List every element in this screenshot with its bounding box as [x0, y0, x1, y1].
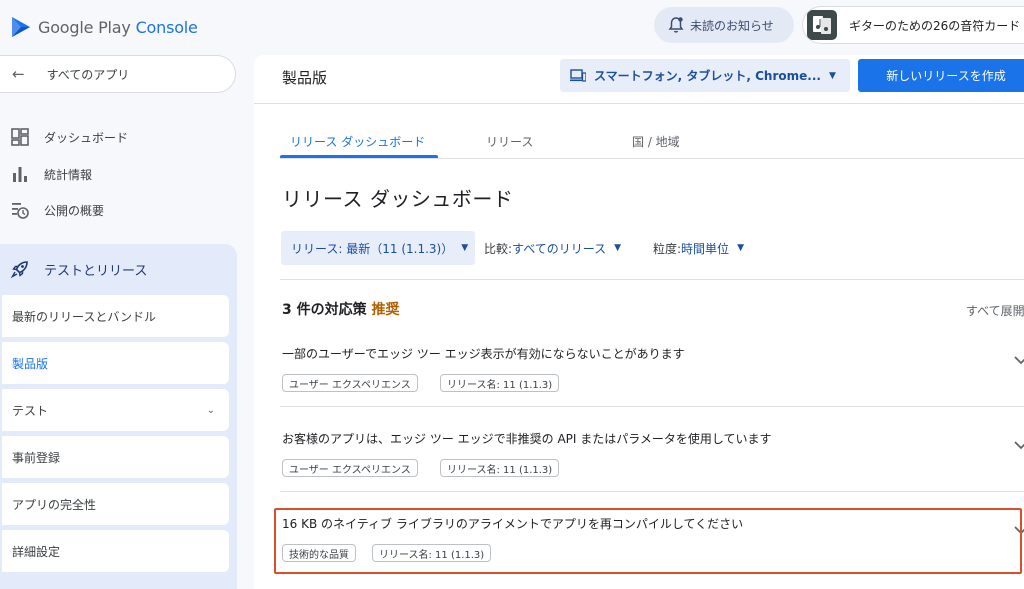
- bar-chart-icon: [13, 167, 27, 182]
- sidebar-item-label: 詳細設定: [12, 544, 61, 559]
- notifications-button[interactable]: 未読のお知らせ: [654, 7, 794, 43]
- sidebar-item-app-integrity[interactable]: アプリの完全性: [2, 483, 229, 525]
- sidebar-item-label: 事前登録: [12, 450, 61, 465]
- release-filter-label: リリース: 最新（11 (1.1.3)）: [291, 241, 454, 256]
- sidebar-item-label: テスト: [12, 403, 49, 418]
- issue-tag: リリース名: 11 (1.1.3): [372, 544, 492, 562]
- actions-title: 3 件の対応策 推奨: [282, 299, 400, 319]
- caret-down-icon: ▼: [614, 243, 622, 253]
- issue-item-highlighted[interactable]: 16 KB のネイティブ ライブラリのアライメントでアプリを再コンパイルしてくだ…: [280, 507, 1024, 573]
- sidebar-item-testing[interactable]: テスト ⌄: [2, 389, 229, 431]
- expand-all-link[interactable]: すべて展開: [966, 302, 1024, 319]
- dashboard-heading: リリース ダッシュボード: [282, 187, 514, 211]
- granularity-filter-prefix: 粒度:: [653, 241, 682, 256]
- page-title: 製品版: [282, 69, 328, 87]
- compare-filter-value: すべてのリリース: [512, 241, 607, 256]
- compare-filter[interactable]: 比較: すべてのリリース ▼: [484, 231, 621, 265]
- caret-down-icon: ▼: [461, 243, 469, 253]
- bell-alert-icon: [668, 17, 684, 33]
- issue-tag: ユーザー エクスペリエンス: [282, 374, 418, 392]
- actions-count: 3 件の対応策: [282, 302, 367, 318]
- sidebar-item-latest-releases[interactable]: 最新のリリースとバンドル: [2, 295, 229, 337]
- sidebar-item-label: 最新のリリースとバンドル: [12, 309, 157, 324]
- sidebar-item-production[interactable]: 製品版: [2, 342, 229, 384]
- sidebar-item-pre-registration[interactable]: 事前登録: [2, 436, 229, 478]
- issue-tag: リリース名: 11 (1.1.3): [440, 459, 560, 477]
- issue-tag: リリース名: 11 (1.1.3): [440, 374, 560, 392]
- caret-down-icon: ▼: [737, 243, 744, 253]
- issue-item[interactable]: 一部のユーザーでエッジ ツー エッジ表示が有効にならないことがあります ユーザー…: [280, 337, 1024, 407]
- tab-release-dashboard[interactable]: リリース ダッシュボード: [290, 133, 425, 150]
- divider: [280, 491, 1024, 492]
- dashboard-icon: [11, 128, 29, 146]
- sidebar-item-advanced-settings[interactable]: 詳細設定: [2, 530, 229, 572]
- main-panel: 製品版 スマートフォン, タブレット, Chrome... ▼ 新しいリリースを…: [254, 55, 1024, 589]
- logo-text: Google Play Console: [38, 17, 198, 37]
- sidebar-item-publishing-overview[interactable]: 公開の概要: [0, 193, 236, 227]
- guitar-notes-app-icon: [807, 10, 837, 40]
- divider: [280, 158, 1024, 159]
- rocket-icon: [10, 261, 28, 279]
- caret-down-icon: ▼: [828, 70, 836, 81]
- chevron-down-icon[interactable]: [1012, 436, 1024, 454]
- sidebar-section-test-and-release[interactable]: テストとリリース: [0, 250, 236, 288]
- chevron-down-icon[interactable]: [1012, 351, 1024, 369]
- device-selector-label: スマートフォン, タブレット, Chrome...: [594, 69, 821, 83]
- issue-title: 16 KB のネイティブ ライブラリのアライメントでアプリを再コンパイルしてくだ…: [282, 517, 744, 531]
- tab-countries-regions[interactable]: 国 / 地域: [632, 133, 680, 150]
- granularity-filter-value: 時間単位: [681, 241, 730, 256]
- recommended-badge: 推奨: [371, 302, 400, 318]
- release-filter[interactable]: リリース: 最新（11 (1.1.3)） ▼: [281, 231, 475, 265]
- issue-item[interactable]: お客様のアプリは、エッジ ツー エッジで非推奨の API またはパラメータを使用…: [280, 422, 1024, 492]
- issue-title: お客様のアプリは、エッジ ツー エッジで非推奨の API またはパラメータを使用…: [282, 432, 772, 446]
- chevron-down-icon[interactable]: [1012, 521, 1024, 539]
- issue-tag: ユーザー エクスペリエンス: [282, 459, 418, 477]
- sidebar-item-label: ダッシュボード: [44, 130, 129, 145]
- sidebar-item-label: 公開の概要: [44, 203, 105, 218]
- create-release-button[interactable]: 新しいリリースを作成: [858, 59, 1024, 92]
- sidebar-section-label: テストとリリース: [44, 263, 148, 279]
- sidebar-item-label: 製品版: [12, 356, 49, 371]
- chevron-down-icon: ⌄: [206, 404, 215, 416]
- all-apps-back-button[interactable]: ← すべてのアプリ: [0, 55, 236, 93]
- arrow-left-icon: ←: [12, 65, 25, 83]
- compare-filter-prefix: 比較:: [484, 241, 513, 256]
- app-name: ギターのための26の音符カード: [849, 18, 1021, 33]
- notifications-label: 未読のお知らせ: [690, 18, 774, 33]
- sidebar-item-label: 統計情報: [44, 167, 93, 182]
- play-console-logo-icon: [12, 17, 30, 37]
- issue-title: 一部のユーザーでエッジ ツー エッジ表示が有効にならないことがあります: [282, 347, 685, 361]
- app-selector[interactable]: ギターのための26の音符カード: [802, 6, 1024, 44]
- divider: [254, 103, 1024, 104]
- tab-releases[interactable]: リリース: [486, 133, 533, 150]
- all-apps-label: すべてのアプリ: [46, 67, 130, 82]
- granularity-filter[interactable]: 粒度: 時間単位 ▼: [653, 231, 744, 265]
- play-console-logo[interactable]: Google Play Console: [10, 14, 198, 40]
- devices-icon: [570, 68, 586, 82]
- sidebar-item-statistics[interactable]: 統計情報: [0, 157, 236, 191]
- device-selector[interactable]: スマートフォン, タブレット, Chrome... ▼: [560, 59, 850, 92]
- divider: [280, 406, 1024, 407]
- publishing-overview-icon: [12, 203, 29, 219]
- sidebar-item-dashboard[interactable]: ダッシュボード: [0, 120, 236, 154]
- issue-tag: 技術的な品質: [282, 544, 356, 562]
- divider: [280, 279, 1024, 280]
- sidebar-item-label: アプリの完全性: [12, 497, 97, 512]
